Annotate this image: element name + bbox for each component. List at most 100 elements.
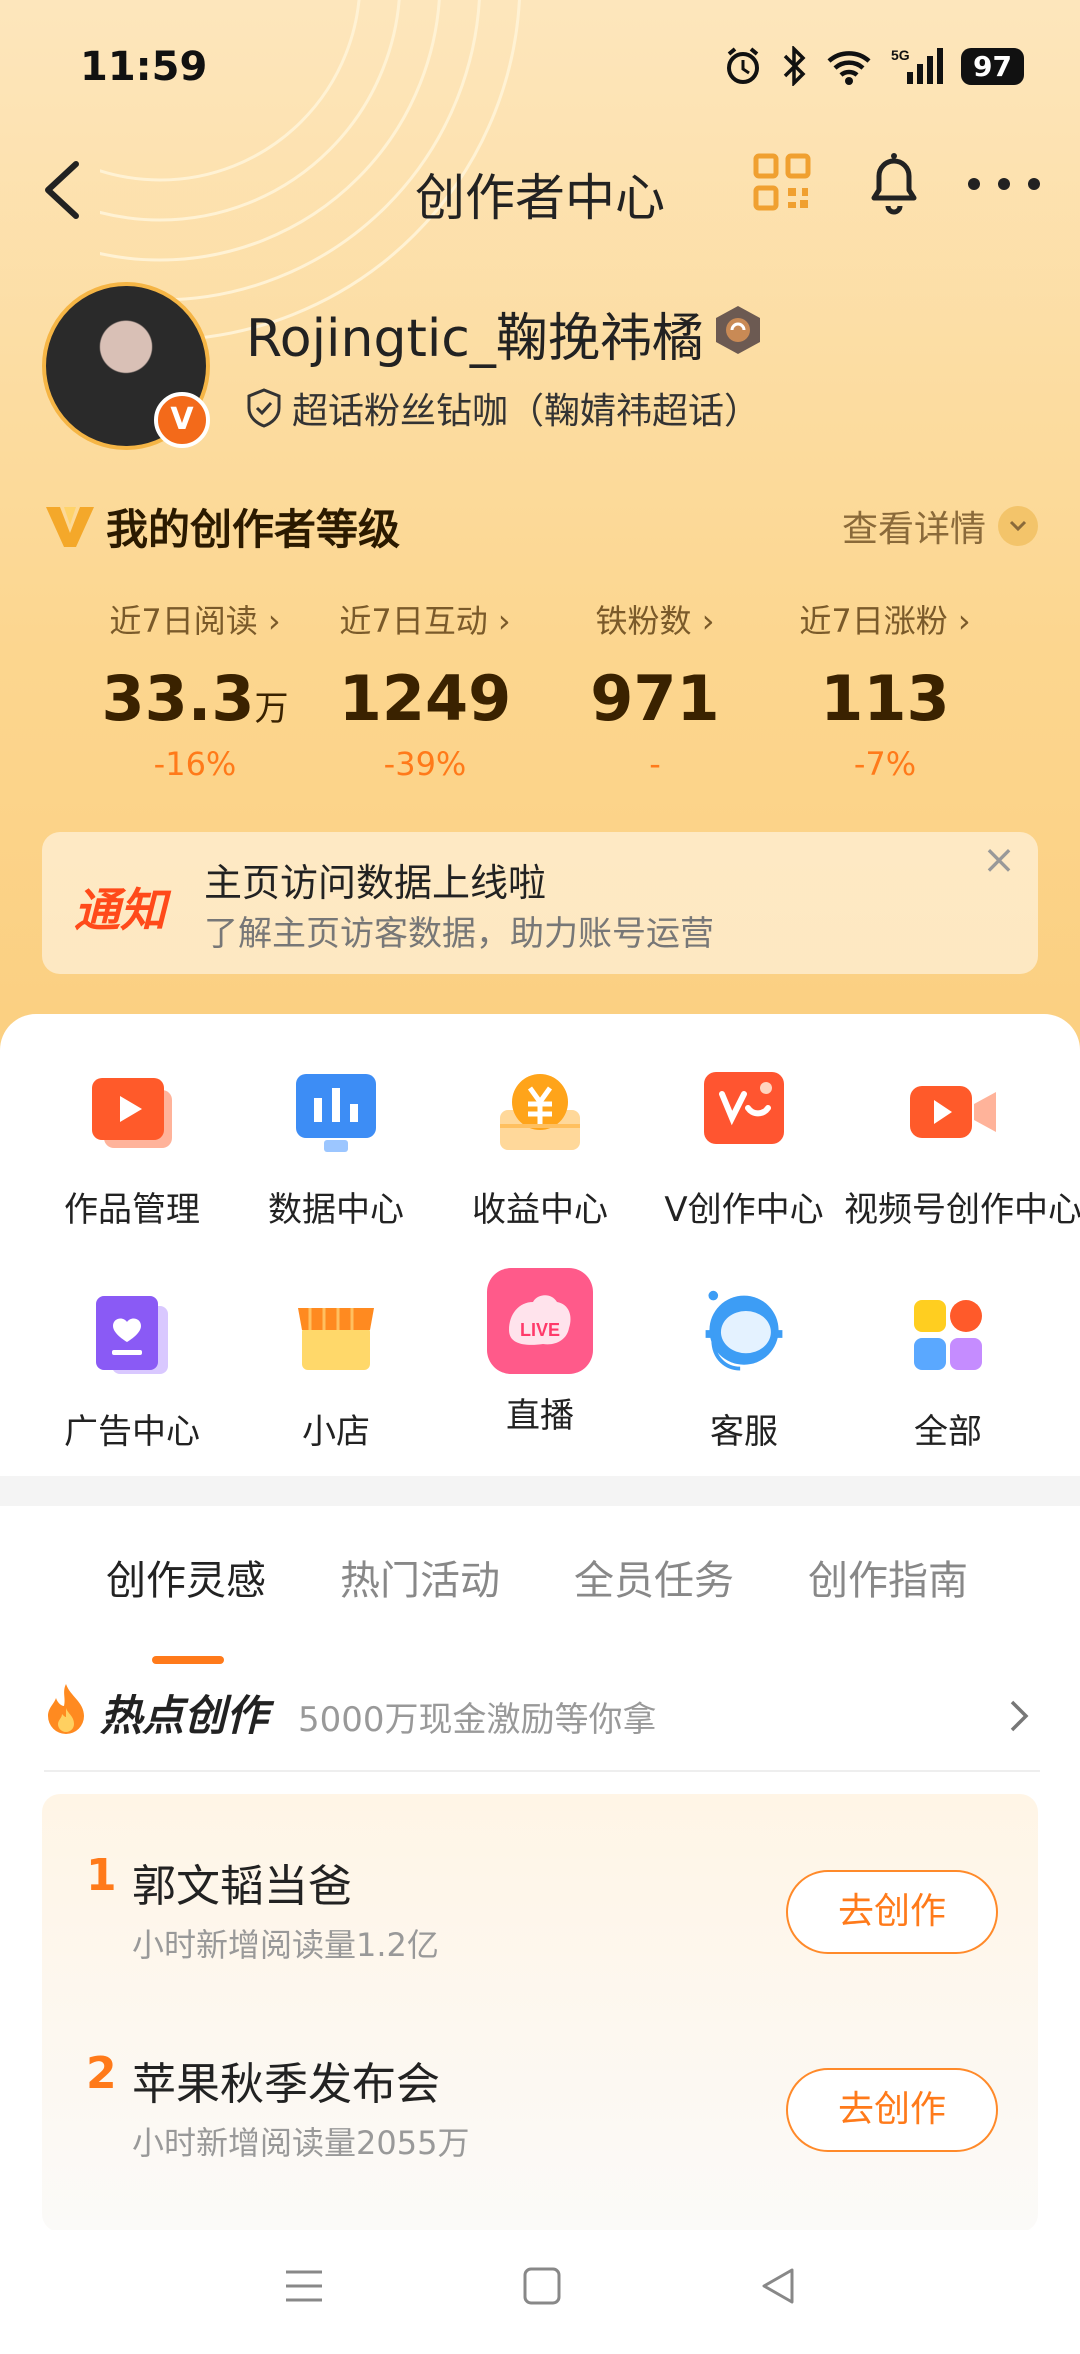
hot-topic-name: 郭文韬当爸 [132,1861,352,1912]
system-navigation-bar [0,2230,1080,2354]
chevron-right-icon: › [267,602,281,640]
stat-label: 近7日互动 › [339,602,511,640]
stat-value: 33.3万 [101,662,289,735]
hot-topic-list: 1 郭文韬当爸 小时新增阅读量1.2亿 去创作 2 苹果秋季发布会 小时新增阅读… [42,1794,1038,2232]
tab-creation-guide[interactable]: 创作指南 [808,1548,968,1606]
tools-grid: 作品管理 数据中心 收益中心 V创作中心 视频号创作中心 广告中心 小店 LIV… [0,1014,1080,1476]
shield-check-icon [247,388,281,428]
hot-topic-meta: 小时新增阅读量1.2亿 [132,1926,439,1964]
network-label: 5G [891,47,910,63]
close-icon[interactable]: × [968,832,1030,888]
creator-level-title: 我的创作者等级 [106,505,401,554]
shop-icon [288,1286,384,1382]
income-yen-icon [492,1064,588,1160]
hot-topic-meta: 小时新增阅读量2055万 [132,2124,470,2162]
live-icon: LIVE [485,1266,595,1376]
stat-label: 近7日阅读 › [109,602,281,640]
stat-unit: 万 [254,689,289,729]
tool-shop[interactable]: 小店 [228,1286,444,1453]
live-icon-text: LIVE [520,1320,560,1340]
list-item[interactable]: 1 郭文韬当爸 小时新增阅读量1.2亿 去创作 [42,1830,1038,1990]
creator-level-header: 我的创作者等级 [44,496,400,557]
notice-banner[interactable]: 通知 主页访问数据上线啦 了解主页访客数据，助力账号运营 × [42,832,1038,974]
tab-creative-inspiration[interactable]: 创作灵感 [106,1548,266,1606]
menu-icon[interactable] [284,2266,324,2306]
works-icon [84,1064,180,1160]
stat-item[interactable]: 铁粉数 › 971 - [540,596,770,783]
level-gem-icon [716,306,760,354]
stat-label: 铁粉数 › [595,602,715,640]
verified-v-badge: V [154,392,210,448]
username[interactable]: Rojingtic_鞠挽祎橘 [246,296,704,371]
stat-item[interactable]: 近7日互动 › 1249 -39% [310,596,540,783]
home-square-icon[interactable] [522,2266,562,2306]
view-details-label: 查看详情 [841,509,986,550]
stat-value: 1249 [338,662,512,735]
tool-label: 直播 [506,1396,574,1436]
hot-creation-header[interactable]: 热点创作 5000万现金激励等你拿 [44,1672,1040,1772]
tool-works-management[interactable]: 作品管理 [24,1064,240,1231]
ad-heart-icon [84,1286,180,1382]
tool-data-center[interactable]: 数据中心 [228,1064,444,1231]
qr-code-icon[interactable] [752,152,812,212]
status-time: 11:59 [80,44,208,90]
tab-hot-events[interactable]: 热门活动 [340,1548,500,1606]
hot-creation-subtitle: 5000万现金激励等你拿 [298,1700,657,1740]
tool-label: 收益中心 [472,1190,608,1230]
tool-label: 小店 [302,1412,370,1452]
stats-row: 近7日阅读 › 33.3万 -16% 近7日互动 › 1249 -39% 铁粉数… [80,596,1000,783]
stat-label: 近7日涨粉 › [799,602,971,640]
back-triangle-icon[interactable] [758,2266,798,2306]
stat-item[interactable]: 近7日涨粉 › 113 -7% [770,596,1000,783]
customer-service-icon [696,1286,792,1382]
chevron-right-icon [1010,1700,1029,1732]
tool-label: 数据中心 [268,1190,404,1230]
hot-rank: 2 [86,2048,117,2099]
top-nav-bar: 创作者中心 [0,140,1080,240]
tool-all[interactable]: 全部 [840,1286,1056,1453]
stat-item[interactable]: 近7日阅读 › 33.3万 -16% [80,596,310,783]
data-chart-icon [288,1064,384,1160]
tab-all-member-tasks[interactable]: 全员任务 [574,1548,734,1606]
wifi-icon [827,51,871,85]
bluetooth-icon [783,46,806,86]
tool-income-center[interactable]: 收益中心 [432,1064,648,1231]
chevron-down-icon [998,506,1038,546]
alarm-icon [727,47,760,84]
stat-change: -7% [853,745,917,783]
cellular-signal-icon: 5G [891,47,944,84]
tool-ad-center[interactable]: 广告中心 [24,1286,240,1453]
list-item[interactable]: 2 苹果秋季发布会 小时新增阅读量2055万 去创作 [42,2028,1038,2188]
go-create-button[interactable]: 去创作 [786,2068,998,2152]
view-details-link[interactable]: 查看详情 [842,500,1038,552]
tool-live[interactable]: LIVE 直播 [432,1266,648,1437]
notice-subtitle: 了解主页访客数据，助力账号运营 [204,914,714,954]
status-icons: 5G 97 [723,46,1024,86]
stat-value: 113 [820,662,950,735]
notification-bell-icon[interactable] [862,148,926,218]
chevron-right-icon: › [701,602,715,640]
hot-topic-name: 苹果秋季发布会 [132,2059,440,2110]
tool-video-creator-center[interactable]: 视频号创作中心 [844,1064,1080,1231]
tool-label: 作品管理 [64,1190,200,1230]
stat-change: -39% [383,745,467,783]
more-options-icon[interactable] [964,164,1044,204]
stat-change: -16% [153,745,237,783]
fan-title-row[interactable]: 超话粉丝钻咖（鞠婧祎超话） [246,382,760,434]
chevron-right-icon: › [957,602,971,640]
all-apps-icon [900,1286,996,1382]
inspiration-section: 创作灵感 热门活动 全员任务 创作指南 热点创作 5000万现金激励等你拿 1 … [0,1506,1080,2354]
flame-icon [48,1684,84,1734]
tool-label: 视频号创作中心 [844,1190,1080,1230]
stat-value: 971 [590,662,720,735]
tool-label: 广告中心 [64,1412,200,1452]
tool-label: 全部 [914,1412,982,1452]
go-create-button[interactable]: 去创作 [786,1870,998,1954]
battery-indicator: 97 [961,47,1024,85]
tool-customer-service[interactable]: 客服 [636,1286,852,1453]
active-tab-indicator [152,1656,224,1664]
tool-v-create-center[interactable]: V创作中心 [636,1064,852,1231]
v-create-icon [696,1064,792,1160]
hot-rank: 1 [86,1850,117,1901]
chevron-right-icon: › [497,602,511,640]
